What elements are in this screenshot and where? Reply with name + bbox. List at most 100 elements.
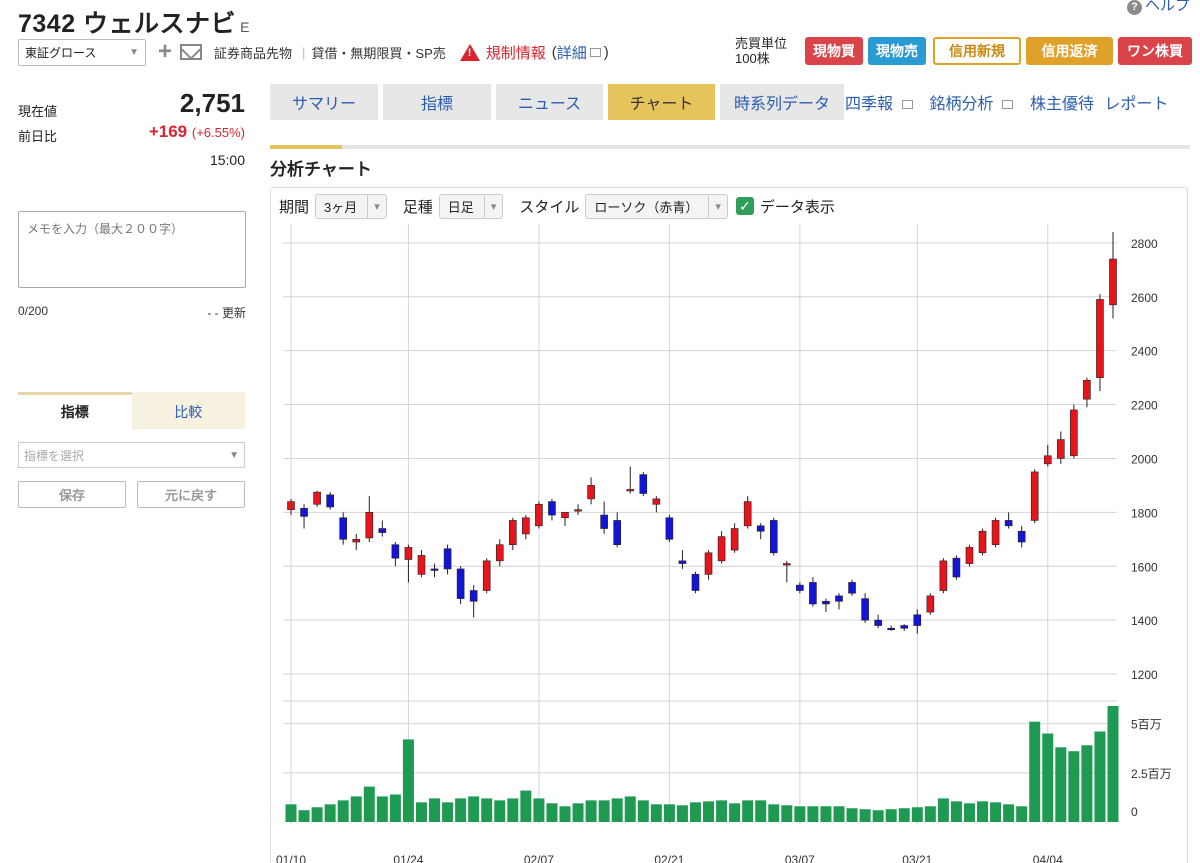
tab-underline [270,145,1190,149]
tab-underline-accent [270,145,342,149]
volume-bar [572,803,584,822]
price-change: +169 (+6.55%) [100,122,245,142]
report-link[interactable]: レポート [1104,96,1168,113]
tab-news[interactable]: ニュース [496,84,603,120]
candle-body [1109,258,1117,306]
volume-bar [872,810,884,822]
candle-body [926,595,935,613]
section-title: 分析チャート [270,160,372,179]
indicator-select-placeholder: 指標を選択 [24,448,85,463]
volume-bar [285,804,297,822]
style-select[interactable]: ローソク（赤青） ▾ [585,193,728,219]
volume-bar [350,796,362,822]
shikiho-link[interactable]: 四季報 [845,96,919,113]
stock-analysis-link[interactable]: 銘柄分析 [929,96,1019,113]
candle-body [1030,471,1039,521]
candle-body [835,595,843,602]
candle-body [587,485,595,500]
x-tick-label: 02/07 [524,853,554,863]
volume-bar [1029,721,1041,822]
memo-update-link[interactable]: - - 更新 [160,304,246,321]
y-tick-label: 1800 [1131,506,1158,520]
one-share-buy-button[interactable]: ワン株買 [1118,37,1192,65]
candle-body [1096,299,1104,378]
mail-icon[interactable] [180,44,203,60]
paren-close: ) [603,43,609,61]
indicator-select[interactable]: 指標を選択 ▼ [18,442,245,468]
volume-bar [533,798,545,822]
y-tick-label: 1200 [1131,668,1158,682]
tab-chart[interactable]: チャート [608,84,715,120]
volume-bar [298,810,310,822]
reset-button[interactable]: 元に戻す [137,481,245,508]
volume-bar [442,802,454,822]
volume-bar [794,806,806,822]
volume-bar [716,800,728,822]
tab-indicator[interactable]: 指標 [18,392,132,429]
bar-type-value: 日足 [447,199,474,215]
candle-body [809,582,817,605]
candle-body [495,544,504,562]
volume-bar [429,798,441,822]
volume-bar [859,809,871,822]
tab-time-series[interactable]: 時系列データ [720,84,844,120]
external-links: 四季報 銘柄分析 株主優待 レポート [845,90,1174,114]
tab-summary[interactable]: サマリー [270,84,378,120]
candle-body [443,548,452,570]
save-button[interactable]: 保存 [18,481,126,508]
candle-body [848,582,856,594]
market-select[interactable]: 東証グロース ▼ [18,38,146,66]
volume-bar [885,809,897,822]
candle-body [743,501,752,527]
margin-new-button[interactable]: 信用新規 [933,37,1021,65]
volume-bar [1068,751,1080,822]
volume-tick-label: 0 [1131,805,1138,819]
volume-bar [833,806,845,822]
change-value: +169 [148,122,188,141]
tab-compare[interactable]: 比較 [131,392,245,429]
candle-body [756,525,765,532]
help-label: ヘルプ [1144,0,1190,14]
quote-time: 15:00 [209,152,245,168]
main-tabs: サマリー 指標 ニュース チャート 時系列データ [270,84,849,120]
help-link[interactable]: ? ヘルプ [1126,0,1190,15]
volume-bar [389,794,401,822]
shikiho-label: 四季報 [845,96,894,113]
candle-body [482,560,491,591]
candle-body [574,509,582,512]
candle-body [1057,439,1065,459]
shareholder-benefits-link[interactable]: 株主優待 [1030,96,1094,113]
candle-body [378,528,387,533]
y-tick-label: 2000 [1131,452,1158,466]
volume-bar [415,802,427,822]
volume-bar [689,802,701,822]
stock-analysis-label: 銘柄分析 [929,96,994,113]
period-select[interactable]: 3ヶ月 ▾ [315,193,387,219]
candlestick-chart[interactable]: 1200 1400 1600 1800 2000 2200 2400 2600 2800 0 2.5… [271,224,1187,863]
volume-bar [977,801,989,822]
volume-bar [637,800,649,822]
detail-link[interactable]: 詳細 [557,42,587,63]
candle-body [874,619,882,626]
candle-body [796,584,804,591]
data-display-checkbox[interactable]: ✓ [735,197,754,215]
tab-indicators[interactable]: 指標 [383,84,491,120]
volume-bar [507,798,519,822]
margin-repay-button[interactable]: 信用返済 [1026,37,1113,65]
market-code: E [240,19,250,35]
volume-bar [1042,733,1054,822]
spot-buy-button[interactable]: 現物買 [805,37,863,65]
memo-char-count: 0/200 [18,304,49,318]
volume-bar [311,807,323,822]
candle-body [965,547,974,564]
spot-sell-button[interactable]: 現物売 [868,37,926,65]
volume-bar [963,803,975,822]
candle-body [717,536,726,562]
candle-body [1070,409,1078,457]
bar-type-select[interactable]: 日足 ▾ [438,193,504,219]
add-watchlist-plus-icon[interactable]: + [158,40,172,64]
candle-body [561,512,569,519]
candle-body [417,555,426,575]
data-display-label: データ表示 [759,198,835,216]
memo-input[interactable] [18,211,246,288]
